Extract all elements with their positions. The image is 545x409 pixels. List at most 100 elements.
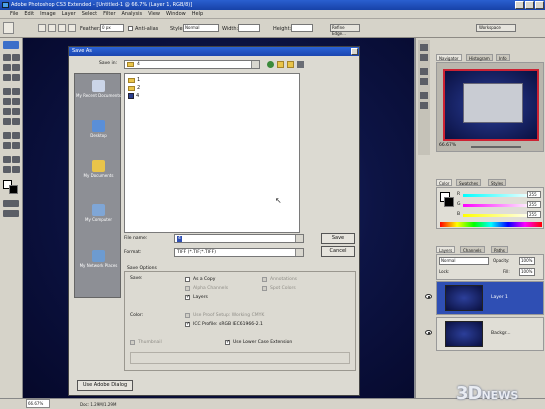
move-tool-icon[interactable] <box>3 54 11 61</box>
refine-edge-button[interactable]: Refine Edge... <box>330 24 360 36</box>
tab-color[interactable]: Color <box>436 179 453 186</box>
icc-profile-checkbox[interactable] <box>185 321 190 327</box>
use-proof-setup-checkbox[interactable] <box>185 313 190 318</box>
color-ramp[interactable] <box>440 222 542 227</box>
marquee-tool-icon[interactable] <box>12 54 20 61</box>
as-copy-checkbox[interactable] <box>185 277 190 282</box>
menu-edit[interactable]: Edit <box>24 10 34 18</box>
height-input[interactable] <box>291 24 313 32</box>
screen-mode-icon[interactable] <box>3 210 19 217</box>
channel-r-value[interactable]: 255 <box>527 191 541 198</box>
bg-color-swatch[interactable] <box>444 197 454 207</box>
channel-g-value[interactable]: 255 <box>527 201 541 208</box>
list-item[interactable]: 4 <box>128 93 139 99</box>
menu-image[interactable]: Image <box>40 10 56 18</box>
list-item[interactable]: 2 <box>128 85 140 91</box>
healing-brush-icon[interactable] <box>3 88 11 95</box>
format-select[interactable]: TIFF (*.TIF;*.TIFF) <box>174 248 304 257</box>
lowercase-ext-checkbox[interactable] <box>225 339 230 345</box>
opacity-input[interactable]: 100% <box>519 257 535 265</box>
view-menu-icon[interactable] <box>297 61 304 68</box>
menu-help[interactable]: Help <box>192 10 203 18</box>
quick-mask-icon[interactable] <box>3 200 19 207</box>
dodge-tool-icon[interactable] <box>12 118 20 125</box>
history-brush-icon[interactable] <box>12 98 20 105</box>
place-recent[interactable]: My Recent Documents <box>75 80 122 98</box>
visibility-eye-icon[interactable] <box>425 294 432 299</box>
menu-window[interactable]: Window <box>166 10 186 18</box>
layers-checkbox[interactable] <box>185 294 190 300</box>
blur-tool-icon[interactable] <box>3 118 11 125</box>
crop-tool-icon[interactable] <box>3 74 11 81</box>
tool-presets-icon[interactable] <box>420 68 428 75</box>
workspace-button[interactable]: Workspace <box>476 24 516 32</box>
cancel-button[interactable]: Cancel <box>321 246 355 257</box>
menu-analysis[interactable]: Analysis <box>122 10 143 18</box>
thumbnail-checkbox[interactable] <box>130 340 135 345</box>
channel-b-value[interactable]: 255 <box>527 211 541 218</box>
style-select[interactable]: Normal <box>183 24 219 32</box>
status-zoom[interactable]: 66.67% <box>26 399 50 408</box>
eraser-tool-icon[interactable] <box>3 108 11 115</box>
filename-input[interactable]: 4 <box>174 234 304 243</box>
marquee-tool-icon[interactable] <box>3 22 14 34</box>
file-list[interactable]: 1 2 4 ↖ <box>124 73 300 233</box>
background-color-swatch[interactable] <box>9 185 18 194</box>
back-icon[interactable] <box>267 61 274 68</box>
intersect-selection-icon[interactable] <box>68 24 76 32</box>
save-in-select[interactable]: 4 <box>124 60 260 69</box>
channel-b-slider[interactable] <box>463 214 533 217</box>
feather-input[interactable]: 0 px <box>100 24 124 32</box>
subtract-selection-icon[interactable] <box>58 24 66 32</box>
place-network[interactable]: My Network Places <box>75 250 122 268</box>
close-button[interactable] <box>535 1 544 9</box>
tab-paths[interactable]: Paths <box>491 246 508 253</box>
tab-navigator[interactable]: Navigator <box>436 54 462 61</box>
layer-row-selected[interactable]: Layer 1 <box>425 281 544 315</box>
lasso-tool-icon[interactable] <box>3 64 11 71</box>
paragraph-panel-icon[interactable] <box>420 102 428 109</box>
brush-tool-icon[interactable] <box>12 88 20 95</box>
maximize-button[interactable] <box>525 1 534 9</box>
menu-select[interactable]: Select <box>82 10 97 18</box>
add-selection-icon[interactable] <box>48 24 56 32</box>
visibility-eye-icon[interactable] <box>425 330 432 335</box>
tab-swatches[interactable]: Swatches <box>456 179 482 186</box>
slice-tool-icon[interactable] <box>12 74 20 81</box>
brushes-panel-icon[interactable] <box>420 78 428 85</box>
layer-row[interactable]: Backgr... <box>425 317 544 351</box>
menu-file[interactable]: File <box>10 10 18 18</box>
channel-r-slider[interactable] <box>463 194 533 197</box>
up-folder-icon[interactable] <box>277 61 284 68</box>
actions-panel-icon[interactable] <box>420 54 428 61</box>
magic-wand-icon[interactable] <box>12 64 20 71</box>
clone-stamp-icon[interactable] <box>3 98 11 105</box>
spot-colors-checkbox[interactable] <box>262 286 267 291</box>
path-select-icon[interactable] <box>3 142 11 149</box>
alpha-channels-checkbox[interactable] <box>185 286 190 291</box>
navigator-preview[interactable] <box>443 69 539 141</box>
history-panel-icon[interactable] <box>420 44 428 51</box>
eyedropper-icon[interactable] <box>12 156 20 163</box>
notes-tool-icon[interactable] <box>3 156 11 163</box>
navigator-zoom-slider[interactable] <box>471 146 521 148</box>
minimize-button[interactable] <box>515 1 524 9</box>
menu-layer[interactable]: Layer <box>62 10 76 18</box>
width-input[interactable] <box>238 24 260 32</box>
tab-histogram[interactable]: Histogram <box>466 54 493 61</box>
pen-tool-icon[interactable] <box>3 132 11 139</box>
save-button[interactable]: Save <box>321 233 355 244</box>
tab-layers[interactable]: Layers <box>436 246 456 253</box>
annotations-checkbox[interactable] <box>262 277 267 282</box>
antialias-checkbox[interactable] <box>128 26 133 31</box>
gradient-tool-icon[interactable] <box>12 108 20 115</box>
use-adobe-dialog-button[interactable]: Use Adobe Dialog <box>77 380 133 391</box>
list-item[interactable]: 1 <box>128 77 140 83</box>
type-tool-icon[interactable] <box>12 132 20 139</box>
menu-view[interactable]: View <box>148 10 160 18</box>
place-my-documents[interactable]: My Documents <box>75 160 122 178</box>
new-folder-icon[interactable] <box>287 61 294 68</box>
fill-input[interactable]: 100% <box>519 268 535 276</box>
channel-g-slider[interactable] <box>463 204 533 207</box>
character-panel-icon[interactable] <box>420 92 428 99</box>
